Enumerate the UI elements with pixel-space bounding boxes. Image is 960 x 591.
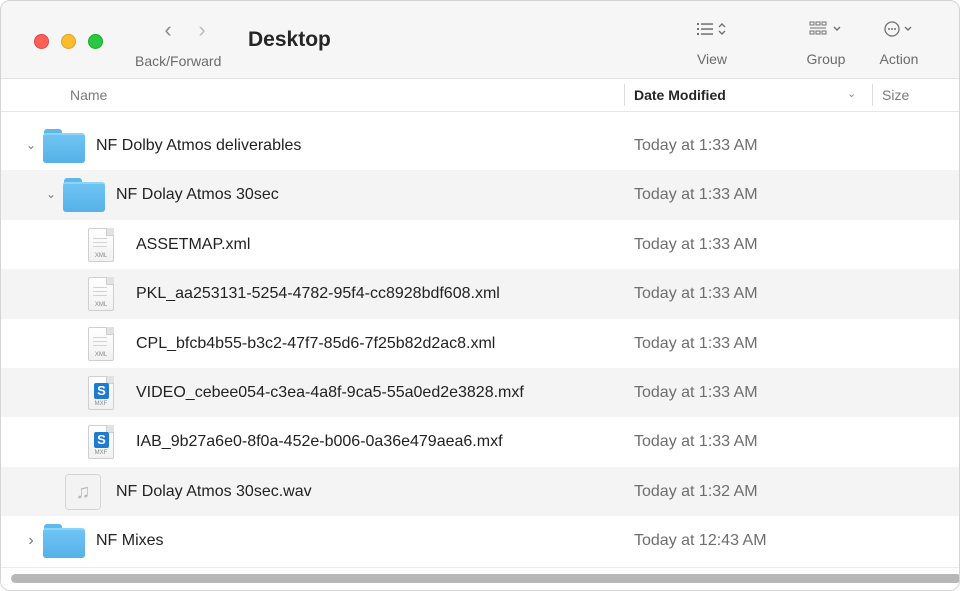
list-item[interactable]: XML ASSETMAP.xml Today at 1:33 AM (1, 220, 959, 269)
date-modified: Today at 1:33 AM (634, 383, 758, 401)
date-modified: Today at 1:32 AM (634, 482, 758, 500)
folder-icon (63, 178, 105, 213)
list-item[interactable]: ♫ NF Dolay Atmos 30sec.wav Today at 1:32… (1, 466, 959, 517)
date-modified: Today at 1:33 AM (634, 334, 758, 352)
date-modified: Today at 1:33 AM (634, 186, 758, 204)
sort-chevron-icon[interactable]: ⌄ (847, 87, 856, 100)
close-window-button[interactable] (34, 34, 49, 49)
size-column-header[interactable]: Size (882, 87, 909, 103)
file-name: ASSETMAP.xml (136, 235, 251, 253)
view-label: View (696, 51, 728, 67)
list-item[interactable]: S MXF IAB_9b27a6e0-8f0a-452e-b006-0a36e4… (1, 417, 959, 466)
group-button[interactable]: Group (801, 19, 851, 73)
scrollbar-thumb[interactable] (11, 574, 959, 583)
file-name: NF Dolby Atmos deliverables (96, 137, 302, 154)
action-label: Action (879, 51, 919, 67)
list-item[interactable]: ⌄ NF Dolby Atmos deliverables Today at 1… (1, 121, 959, 170)
disclosure-chevron-icon[interactable]: ⌄ (24, 121, 38, 170)
zoom-window-button[interactable] (88, 34, 103, 49)
list-item[interactable]: › NF Mixes Today at 12:43 AM (1, 516, 959, 565)
column-header: Name Date Modified ⌄ Size (1, 79, 959, 112)
date-modified: Today at 1:33 AM (634, 433, 758, 451)
minimize-window-button[interactable] (61, 34, 76, 49)
xml-file-icon: XML (88, 326, 114, 361)
date-modified: Today at 12:43 AM (634, 532, 767, 550)
toolbar: ‹ › Back/Forward Desktop View Group Acti… (1, 1, 959, 79)
forward-button[interactable]: › (191, 18, 213, 42)
finder-window: ‹ › Back/Forward Desktop View Group Acti… (0, 0, 960, 591)
list-item[interactable]: S MXF VIDEO_cebee054-c3ea-4a8f-9ca5-55a0… (1, 367, 959, 418)
view-button[interactable]: View (689, 19, 735, 73)
horizontal-scrollbar[interactable] (1, 567, 959, 590)
xml-file-icon: XML (88, 227, 114, 262)
group-label: Group (806, 51, 846, 67)
file-name: CPL_bfcb4b55-b3c2-47f7-85d6-7f25b82d2ac8… (136, 334, 496, 352)
list-view-icon (689, 19, 735, 45)
action-button[interactable]: Action (873, 19, 925, 73)
file-name: NF Dolay Atmos 30sec.wav (116, 482, 312, 500)
file-name: VIDEO_cebee054-c3ea-4a8f-9ca5-55a0ed2e38… (136, 383, 524, 401)
disclosure-chevron-icon[interactable]: ⌄ (44, 170, 58, 219)
file-name: PKL_aa253131-5254-4782-95f4-cc8928bdf608… (136, 285, 500, 303)
file-name: NF Mixes (96, 532, 164, 550)
group-grid-icon (801, 19, 851, 45)
window-title: Desktop (248, 28, 331, 51)
ellipsis-circle-icon (873, 19, 925, 45)
date-modified: Today at 1:33 AM (634, 235, 758, 253)
date-modified: Today at 1:33 AM (634, 285, 758, 303)
list-item[interactable]: XML PKL_aa253131-5254-4782-95f4-cc8928bd… (1, 269, 959, 319)
file-name: NF Dolay Atmos 30sec (116, 186, 279, 204)
list-item[interactable]: XML CPL_bfcb4b55-b3c2-47f7-85d6-7f25b82d… (1, 319, 959, 368)
name-column-header[interactable]: Name (70, 87, 107, 103)
xml-file-icon: XML (88, 277, 114, 312)
column-divider[interactable] (872, 84, 873, 106)
column-divider[interactable] (624, 84, 625, 106)
file-list: ⌄ NF Dolby Atmos deliverables Today at 1… (1, 121, 959, 566)
file-name: IAB_9b27a6e0-8f0a-452e-b006-0a36e479aea6… (136, 433, 503, 451)
mxf-file-icon: S MXF (88, 425, 114, 460)
folder-icon (43, 524, 85, 559)
folder-icon (43, 129, 85, 163)
date-modified: Today at 1:33 AM (634, 137, 758, 154)
mxf-file-icon: S MXF (88, 375, 114, 410)
back-forward-caption: Back/Forward (135, 53, 222, 69)
date-modified-column-header[interactable]: Date Modified (634, 87, 726, 103)
list-item[interactable]: ⌄ NF Dolay Atmos 30sec Today at 1:33 AM (1, 170, 959, 220)
disclosure-chevron-icon[interactable]: › (24, 516, 38, 565)
audio-file-icon: ♫ (65, 473, 101, 510)
back-button[interactable]: ‹ (157, 18, 179, 42)
